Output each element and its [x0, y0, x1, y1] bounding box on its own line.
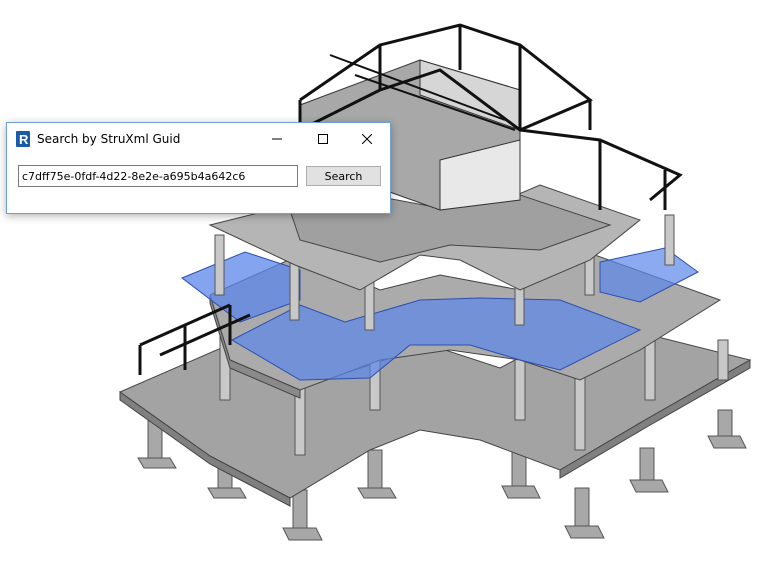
minimize-icon: [272, 138, 282, 139]
close-icon: [362, 133, 372, 144]
pad-footing-6: [564, 487, 605, 539]
pad-footing-7: [629, 447, 669, 493]
search-button[interactable]: Search: [306, 166, 381, 186]
minimize-button[interactable]: [254, 123, 300, 154]
maximize-icon: [318, 133, 328, 144]
close-button[interactable]: [344, 123, 390, 154]
dialog-title: Search by StruXml Guid: [37, 132, 181, 146]
revit-r-icon: R: [16, 131, 30, 147]
maximize-button[interactable]: [300, 123, 346, 154]
svg-text:R: R: [19, 132, 29, 147]
guid-input[interactable]: [18, 165, 298, 187]
pad-footing-8: [707, 409, 747, 449]
pad-footing-4: [357, 449, 397, 499]
search-dialog: R Search by StruXml Guid Search: [6, 122, 391, 214]
model-viewport[interactable]: [0, 0, 771, 562]
dialog-titlebar[interactable]: R Search by StruXml Guid: [7, 123, 390, 155]
